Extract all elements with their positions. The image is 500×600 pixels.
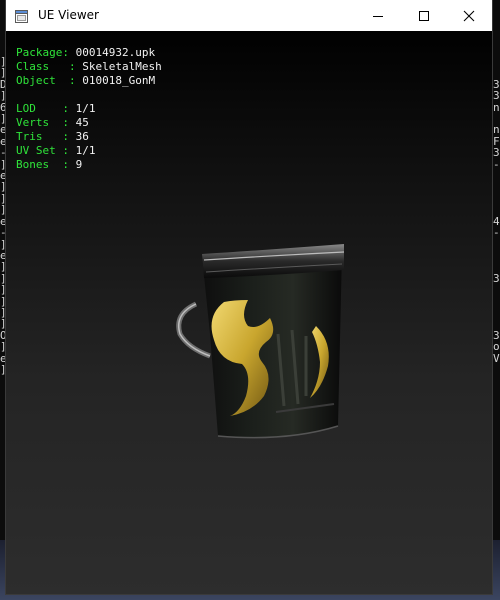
3d-viewport[interactable]: Package: 00014932.upk Class : SkeletalMe… xyxy=(6,31,492,594)
info-verts: Verts : 45 xyxy=(16,116,89,129)
maximize-button[interactable] xyxy=(401,0,447,31)
info-object: Object : 010018_GonM xyxy=(16,74,156,87)
info-value: SkeletalMesh xyxy=(82,60,162,73)
minimize-icon xyxy=(373,16,383,17)
info-value: 010018_GonM xyxy=(82,74,156,87)
info-uvset: UV Set : 1/1 xyxy=(16,144,96,157)
info-value: 9 xyxy=(75,158,83,171)
info-value: 45 xyxy=(75,116,89,129)
mesh-info-overlay: Package: 00014932.upk Class : SkeletalMe… xyxy=(16,46,162,172)
maximize-icon xyxy=(419,11,429,21)
info-lod: LOD : 1/1 xyxy=(16,102,96,115)
background-console-right: 3 3 n n F 3 - 4 - 3 3 o V xyxy=(493,77,500,364)
info-value: 1/1 xyxy=(75,102,96,115)
info-class: Class : SkeletalMesh xyxy=(16,60,162,73)
info-label: Bones xyxy=(16,158,50,171)
info-label: Class xyxy=(16,60,50,73)
info-value: 00014932.upk xyxy=(75,46,156,59)
info-label: LOD xyxy=(16,102,36,115)
info-package: Package: 00014932.upk xyxy=(16,46,156,59)
skeletal-mesh-model[interactable] xyxy=(166,216,356,456)
info-value: 1/1 xyxy=(75,144,96,157)
title-bar[interactable]: UE Viewer xyxy=(6,0,492,31)
close-icon xyxy=(463,10,475,22)
info-label: Verts xyxy=(16,116,50,129)
minimize-button[interactable] xyxy=(355,0,401,31)
info-label: Package xyxy=(16,46,63,59)
ue-viewer-window: UE Viewer Package: 00014932.upk Class : … xyxy=(6,0,492,594)
info-label: Tris xyxy=(16,130,43,143)
info-label: UV Set xyxy=(16,144,56,157)
app-window-icon xyxy=(15,8,28,23)
window-title: UE Viewer xyxy=(38,8,99,22)
info-value: 36 xyxy=(75,130,89,143)
info-label: Object xyxy=(16,74,56,87)
close-button[interactable] xyxy=(446,0,492,31)
info-bones: Bones : 9 xyxy=(16,158,83,171)
info-tris: Tris : 36 xyxy=(16,130,89,143)
